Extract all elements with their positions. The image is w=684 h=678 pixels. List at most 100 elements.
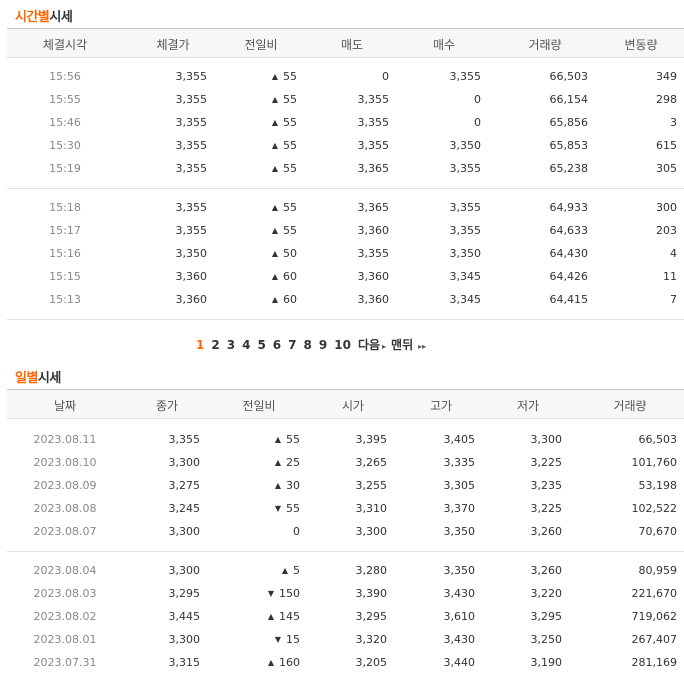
volume-cell: 64,633 [549, 224, 589, 237]
close-cell: 3,355 [168, 433, 201, 446]
diff-cell: ▼ 15 [275, 633, 300, 646]
up-arrow-icon: ▲ [271, 118, 278, 127]
diff-cell: ▲ 60 [272, 293, 297, 306]
high-cell: 3,430 [443, 633, 476, 646]
low-cell: 3,235 [530, 479, 563, 492]
volume-cell: 65,853 [549, 139, 589, 152]
table-row: 2023.08.01 3,300 ▼ 15 3,320 3,430 3,250 267,407 [7, 629, 684, 652]
low-cell: 3,220 [530, 587, 563, 600]
diff-value: 55 [283, 93, 297, 106]
time-table-header: 체결시각 체결가 전일비 매도 매수 거래량 변동량 [7, 28, 684, 58]
table-row: 15:19 3,355 ▲ 55 3,365 3,355 65,238 305 [7, 158, 684, 181]
diff-value: 55 [283, 70, 297, 83]
header-price: 체결가 [156, 38, 190, 52]
diff-cell: ▲ 25 [275, 456, 300, 469]
header-bid: 매수 [432, 38, 456, 52]
page-link-10[interactable]: 10 [334, 338, 351, 352]
change-cell: 305 [656, 162, 677, 175]
bid-cell: 3,345 [449, 270, 482, 283]
date-cell: 2023.08.08 [33, 502, 97, 515]
up-arrow-icon: ▲ [267, 612, 274, 621]
change-cell: 203 [656, 224, 677, 237]
price-cell: 3,355 [175, 93, 208, 106]
close-cell: 3,295 [168, 587, 201, 600]
change-cell: 298 [656, 93, 677, 106]
daily-section-title: 일별시세 [15, 371, 61, 386]
low-cell: 3,295 [530, 610, 563, 623]
date-cell: 2023.08.10 [33, 456, 97, 469]
table-row: 2023.08.03 3,295 ▼ 150 3,390 3,430 3,220 221,67… [7, 583, 684, 606]
diff-cell: ▲ 55 [275, 433, 300, 446]
open-cell: 3,255 [355, 479, 388, 492]
diff-value: 55 [286, 502, 300, 515]
time-cell: 15:13 [49, 293, 81, 306]
table-row: 2023.08.04 3,300 ▲ 5 3,280 3,350 3,260 80,959 [7, 560, 684, 583]
up-arrow-icon: ▲ [274, 481, 281, 490]
header-ask: 매도 [340, 38, 364, 52]
up-arrow-icon: ▲ [267, 658, 274, 667]
bid-cell: 3,355 [449, 162, 482, 175]
last-arrow-icon: ▸▸ [418, 342, 427, 351]
volume-cell: 70,670 [638, 525, 678, 538]
date-cell: 2023.08.02 [33, 610, 97, 623]
page-link-3[interactable]: 3 [227, 338, 235, 352]
open-cell: 3,310 [355, 502, 388, 515]
table-bottom-border [7, 319, 684, 320]
volume-cell: 281,169 [631, 656, 678, 669]
table-row: 2023.08.02 3,445 ▲ 145 3,295 3,610 3,295 719,06… [7, 606, 684, 629]
page-link-4[interactable]: 4 [242, 338, 250, 352]
diff-cell: ▲ 30 [275, 479, 300, 492]
daily-table-header: 날짜 종가 전일비 시가 고가 저가 거래량 [7, 389, 684, 419]
date-cell: 2023.08.01 [33, 633, 97, 646]
last-page-link[interactable]: 맨뒤 ▸▸ [391, 338, 426, 352]
page-link-1[interactable]: 1 [196, 338, 204, 352]
up-arrow-icon: ▲ [274, 458, 281, 467]
ask-cell: 3,355 [357, 93, 390, 106]
table-row: 2023.08.10 3,300 ▲ 25 3,265 3,335 3,225 101,760 [7, 452, 684, 475]
up-arrow-icon: ▲ [271, 272, 278, 281]
up-arrow-icon: ▲ [274, 435, 281, 444]
change-cell: 349 [656, 70, 677, 83]
next-page-link[interactable]: 다음 ▸ [358, 338, 386, 352]
bid-cell: 3,350 [449, 139, 482, 152]
time-cell: 15:19 [49, 162, 81, 175]
page-link-2[interactable]: 2 [211, 338, 219, 352]
low-cell: 3,260 [530, 525, 563, 538]
diff-value: 55 [283, 116, 297, 129]
bid-cell: 3,355 [449, 201, 482, 214]
low-cell: 3,225 [530, 502, 563, 515]
pagination: 1 2 3 4 5 6 7 8 9 10 다음 ▸ 맨뒤 ▸▸ [196, 336, 433, 353]
up-arrow-icon: ▲ [271, 295, 278, 304]
open-cell: 3,390 [355, 587, 388, 600]
header-close: 종가 [155, 399, 179, 413]
volume-cell: 64,415 [549, 293, 589, 306]
high-cell: 3,305 [443, 479, 476, 492]
table-row: 15:30 3,355 ▲ 55 3,355 3,350 65,853 615 [7, 135, 684, 158]
diff-cell: ▲ 55 [272, 116, 297, 129]
time-cell: 15:46 [49, 116, 81, 129]
time-cell: 15:30 [49, 139, 81, 152]
page-link-5[interactable]: 5 [257, 338, 265, 352]
page-link-8[interactable]: 8 [304, 338, 312, 352]
page-link-7[interactable]: 7 [288, 338, 296, 352]
daily-price-table: 날짜 종가 전일비 시가 고가 저가 거래량 2023.08.11 3,355 ▲ 5… [7, 389, 684, 675]
down-arrow-icon: ▼ [274, 635, 281, 644]
up-arrow-icon: ▲ [271, 226, 278, 235]
header-diff: 전일비 [242, 399, 276, 413]
open-cell: 3,265 [355, 456, 388, 469]
high-cell: 3,350 [443, 564, 476, 577]
page-link-9[interactable]: 9 [319, 338, 327, 352]
ask-cell: 3,355 [357, 116, 390, 129]
header-volume: 거래량 [528, 38, 562, 52]
page-link-6[interactable]: 6 [273, 338, 281, 352]
bid-cell: 3,355 [449, 70, 482, 83]
diff-value: 30 [286, 479, 300, 492]
diff-value: 55 [283, 162, 297, 175]
low-cell: 3,225 [530, 456, 563, 469]
change-cell: 4 [670, 247, 677, 260]
diff-cell: ▲ 5 [282, 564, 300, 577]
date-cell: 2023.08.11 [33, 433, 97, 446]
diff-cell: ▲ 55 [272, 201, 297, 214]
